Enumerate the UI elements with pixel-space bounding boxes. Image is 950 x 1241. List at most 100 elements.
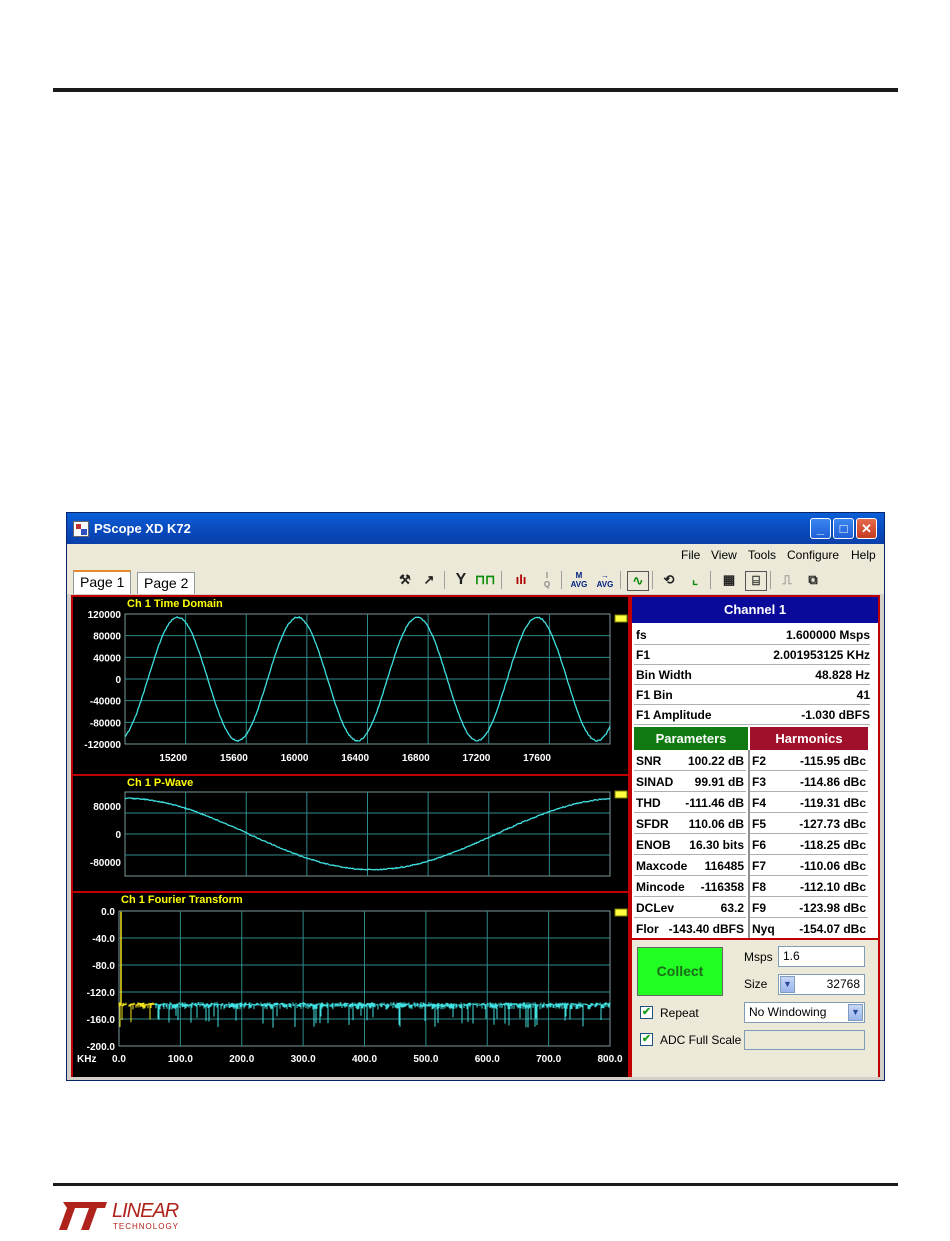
parameter-row: THD -111.46 dB: [634, 793, 746, 813]
info-row-bin-width: Bin Width 48.828 Hz: [634, 665, 870, 685]
toolbar-separator: [710, 571, 711, 589]
chevron-down-icon[interactable]: ▼: [780, 976, 795, 993]
repeat-checkbox[interactable]: ✔: [640, 1006, 653, 1019]
iq-icon[interactable]: IQ: [537, 571, 557, 589]
harmonic-key: F6: [752, 838, 766, 852]
parameters-header: Parameters: [634, 727, 748, 750]
info-value: 48.828 Hz: [815, 668, 870, 682]
msps-input[interactable]: 1.6: [778, 946, 865, 967]
tick-label: 0: [115, 675, 121, 686]
parameter-value: 116485: [705, 859, 744, 873]
tick-label: 17600: [523, 753, 551, 764]
filter-icon[interactable]: Y: [451, 571, 471, 589]
collect-button[interactable]: Collect: [637, 947, 723, 996]
wand-icon[interactable]: ⚒: [395, 571, 415, 589]
harmonic-value: -114.86 dBc: [800, 775, 866, 789]
tick-label: 600.0: [475, 1054, 500, 1065]
tick-label: 16400: [341, 753, 369, 764]
close-button[interactable]: ✕: [856, 518, 877, 539]
parameter-value: -143.40 dBFS: [669, 922, 744, 936]
series-marker: [615, 615, 627, 622]
toolbar-separator: [561, 571, 562, 589]
tick-label: 100.0: [168, 1054, 193, 1065]
info-value: 41: [857, 688, 870, 702]
step-icon[interactable]: ⎍: [777, 571, 797, 589]
menu-help[interactable]: Help: [851, 548, 876, 562]
toolbar-separator: [501, 571, 502, 589]
chevron-down-icon[interactable]: ▼: [848, 1004, 863, 1021]
export-icon[interactable]: ⧉: [803, 571, 823, 589]
adc-full-scale-field[interactable]: [744, 1030, 865, 1050]
tick-label: 0: [115, 830, 121, 841]
arrow-avg-icon[interactable]: → AVG: [595, 571, 615, 589]
harmonic-row: F8 -112.10 dBc: [750, 877, 868, 897]
app-icon: [73, 521, 89, 537]
harmonic-value: -112.10 dBc: [800, 880, 866, 894]
repeat-label: Repeat: [660, 1006, 699, 1020]
tick-label: 0.0: [112, 1054, 126, 1065]
tick-label: 80000: [93, 632, 121, 643]
tab-page-1[interactable]: Page 1: [73, 570, 131, 594]
minimize-button[interactable]: _: [810, 518, 831, 539]
toolbar-separator: [620, 571, 621, 589]
parameter-key: SINAD: [636, 775, 673, 789]
parameter-key: Flor: [636, 922, 659, 936]
parameter-value: -116358: [701, 880, 744, 894]
parameter-value: 100.22 dB: [688, 754, 744, 768]
tab-page-2[interactable]: Page 2: [137, 572, 195, 594]
p-wave-graph[interactable]: Ch 1 P-Wave 80000 0 -80000: [73, 774, 628, 893]
series-marker: [615, 909, 627, 916]
fft-plot[interactable]: 0.0 -40.0 -80.0 -120.0 -160.0 -200.0KHz 0.0 100…: [73, 893, 628, 1077]
header-rule: [53, 88, 898, 92]
tick-label: 80000: [93, 802, 121, 813]
msps-label: Msps: [744, 950, 773, 964]
loop-icon[interactable]: ⟲: [659, 571, 679, 589]
menu-file[interactable]: File: [681, 548, 700, 562]
menu-view[interactable]: View: [711, 548, 737, 562]
menu-tools[interactable]: Tools: [748, 548, 776, 562]
results-panel: Channel 1 fs 1.600000 Msps F1 2.001953125 …: [630, 595, 880, 1077]
channel-header: Channel 1: [632, 597, 878, 623]
harmonic-key: Nyq: [752, 922, 775, 936]
adc-full-scale-checkbox[interactable]: ✔: [640, 1033, 653, 1046]
info-key: F1 Bin: [636, 688, 673, 702]
harmonic-key: F7: [752, 859, 766, 873]
tick-label: 16000: [281, 753, 309, 764]
toolbar: Page 1 Page 2 ⚒ ↗ Y ⊓⊓ ılı IQ M AVG → AVG …: [67, 566, 884, 594]
histogram-icon[interactable]: ılı: [511, 571, 531, 589]
acquisition-controls: Collect Msps 1.6 Size 32768 ▼ ✔ Repeat N…: [632, 938, 878, 1077]
parameter-key: DCLev: [636, 901, 674, 915]
harmonic-row: F4 -119.31 dBc: [750, 793, 868, 813]
title-bar[interactable]: PScope XD K72 _ □ ✕: [67, 513, 884, 544]
pan-icon[interactable]: ▦: [719, 571, 739, 589]
maximize-button[interactable]: □: [833, 518, 854, 539]
pulse-icon[interactable]: ⊓⊓: [475, 571, 495, 589]
harmonic-row: Nyq -154.07 dBc: [750, 919, 868, 939]
hammer-icon[interactable]: ↗: [419, 571, 439, 589]
fft-graph[interactable]: Ch 1 Fourier Transform 0.0 -40.0 -80.0 -120…: [73, 891, 628, 1077]
harmonic-row: F6 -118.25 dBc: [750, 835, 868, 855]
series-marker: [615, 791, 627, 798]
ruler-icon[interactable]: ⌞: [685, 571, 705, 589]
tick-label: -200.0: [87, 1042, 116, 1053]
info-row-f1-amplitude: F1 Amplitude -1.030 dBFS: [634, 705, 870, 725]
zoom-icon[interactable]: ⌸: [745, 571, 767, 591]
info-value: 2.001953125 KHz: [773, 648, 870, 662]
menu-configure[interactable]: Configure: [787, 548, 839, 562]
windowing-select[interactable]: No Windowing: [744, 1002, 865, 1023]
harmonic-row: F9 -123.98 dBc: [750, 898, 868, 918]
p-wave-plot[interactable]: 80000 0 -80000: [73, 776, 628, 893]
info-key: F1: [636, 648, 650, 662]
parameter-key: Mincode: [636, 880, 685, 894]
time-domain-graph[interactable]: Ch 1 Time Domain 120000 80000 40000 0 -40000…: [73, 597, 628, 774]
tick-label: 120000: [88, 610, 122, 621]
parameter-row: Flor -143.40 dBFS: [634, 919, 746, 939]
tick-label: 16800: [402, 753, 430, 764]
time-domain-plot[interactable]: 120000 80000 40000 0 -40000 -80000 -120000 1520…: [73, 597, 628, 774]
logo-subtitle: TECHNOLOGY: [113, 1222, 179, 1231]
signal-icon[interactable]: ∿: [627, 571, 649, 591]
tick-label: -120.0: [87, 988, 116, 999]
size-label: Size: [744, 977, 767, 991]
mavg-icon[interactable]: M AVG: [569, 571, 589, 589]
tick-label: 300.0: [291, 1054, 316, 1065]
